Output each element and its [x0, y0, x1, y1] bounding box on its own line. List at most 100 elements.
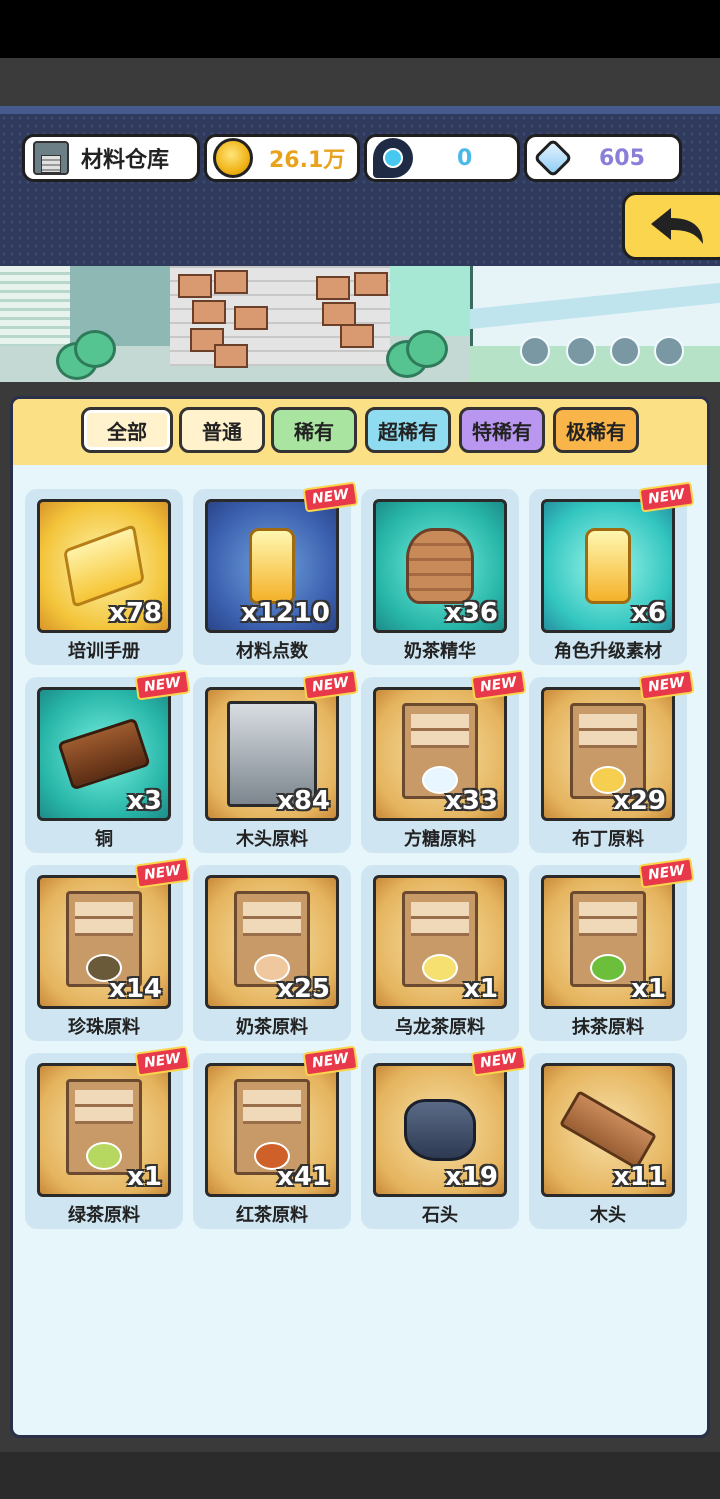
- new-badge: NEW: [470, 669, 527, 701]
- item-frame: x1: [541, 875, 675, 1009]
- item-count: x19: [445, 1162, 498, 1192]
- new-badge: NEW: [134, 669, 191, 701]
- new-badge: NEW: [134, 857, 191, 889]
- tab-super-rare[interactable]: 超稀有: [365, 407, 451, 453]
- new-badge: NEW: [134, 1045, 191, 1077]
- item-frame: x11: [541, 1063, 675, 1197]
- new-badge: NEW: [302, 481, 359, 513]
- item-name: 珍珠原料: [68, 1017, 140, 1038]
- new-badge: NEW: [302, 1045, 359, 1077]
- item-count: x3: [127, 786, 162, 816]
- tab-all[interactable]: 全部: [81, 407, 173, 453]
- tab-common[interactable]: 普通: [179, 407, 265, 453]
- inventory-item[interactable]: x25 奶茶原料: [193, 865, 351, 1041]
- item-count: x6: [631, 598, 666, 628]
- item-count: x36: [445, 598, 498, 628]
- item-count: x29: [613, 786, 666, 816]
- new-badge: NEW: [470, 1045, 527, 1077]
- item-count: x11: [613, 1162, 666, 1192]
- item-count: x1: [127, 1162, 162, 1192]
- item-name: 方糖原料: [404, 829, 476, 850]
- item-frame: x78: [37, 499, 171, 633]
- item-name: 石头: [422, 1205, 458, 1226]
- item-frame: x33: [373, 687, 507, 821]
- inventory-item[interactable]: x84 NEW 木头原料: [193, 669, 359, 853]
- inventory-item[interactable]: x6 NEW 角色升级素材: [529, 481, 695, 665]
- tab-rare[interactable]: 稀有: [271, 407, 357, 453]
- page-title: 材料仓库: [81, 148, 170, 173]
- inventory-item[interactable]: x3 NEW 铜: [25, 669, 191, 853]
- back-arrow-icon: [651, 208, 703, 244]
- potion-value: 0: [457, 145, 473, 171]
- inventory-item[interactable]: x1 NEW 绿茶原料: [25, 1045, 191, 1229]
- item-count: x78: [109, 598, 162, 628]
- inventory-item[interactable]: x1 乌龙茶原料: [361, 865, 519, 1041]
- inventory-item[interactable]: x78 培训手册: [25, 489, 183, 665]
- item-name: 木头原料: [236, 829, 308, 850]
- inventory-item[interactable]: x29 NEW 布丁原料: [529, 669, 695, 853]
- item-frame: x6: [541, 499, 675, 633]
- potion-counter[interactable]: 0: [364, 134, 520, 182]
- item-name: 角色升级素材: [554, 641, 662, 662]
- header: 材料仓库 26.1万 0 605: [0, 106, 720, 266]
- inventory-item[interactable]: x33 NEW 方糖原料: [361, 669, 527, 853]
- item-count: x1210: [240, 598, 330, 628]
- item-name: 木头: [590, 1205, 626, 1226]
- new-badge: NEW: [638, 669, 695, 701]
- item-count: x25: [277, 974, 330, 1004]
- warehouse-scene: [0, 266, 720, 382]
- gold-value: 26.1万: [269, 148, 346, 173]
- item-frame: x25: [205, 875, 339, 1009]
- inventory-item[interactable]: x19 NEW 石头: [361, 1045, 527, 1229]
- item-name: 奶茶原料: [236, 1017, 308, 1038]
- gem-value: 605: [599, 145, 645, 171]
- coin-icon: [213, 138, 253, 178]
- item-frame: x19: [373, 1063, 507, 1197]
- inventory-item[interactable]: x36 奶茶精华: [361, 489, 519, 665]
- item-frame: x14: [37, 875, 171, 1009]
- warehouse-title-chip: 材料仓库: [22, 134, 200, 182]
- item-name: 培训手册: [68, 641, 140, 662]
- inventory-panel: 全部 普通 稀有 超稀有 特稀有 极稀有 x78 培训手册 x1210 NEW 材料点数…: [10, 396, 710, 1438]
- back-button[interactable]: [622, 192, 720, 260]
- potion-icon: [373, 138, 413, 178]
- tab-special-rare[interactable]: 特稀有: [459, 407, 545, 453]
- item-count: x33: [445, 786, 498, 816]
- new-badge: NEW: [638, 481, 695, 513]
- gem-icon: [533, 138, 573, 178]
- item-count: x41: [277, 1162, 330, 1192]
- item-count: x1: [463, 974, 498, 1004]
- top-strip: [0, 58, 720, 106]
- item-frame: x36: [373, 499, 507, 633]
- new-badge: NEW: [302, 669, 359, 701]
- item-count: x14: [109, 974, 162, 1004]
- inventory-item[interactable]: x14 NEW 珍珠原料: [25, 857, 191, 1041]
- warehouse-icon: [33, 141, 69, 175]
- inventory-item[interactable]: x1 NEW 抹茶原料: [529, 857, 695, 1041]
- item-name: 材料点数: [236, 641, 308, 662]
- status-bar: [0, 0, 720, 58]
- item-name: 乌龙茶原料: [395, 1017, 485, 1038]
- item-name: 绿茶原料: [68, 1205, 140, 1226]
- gem-counter[interactable]: 605: [524, 134, 682, 182]
- item-frame: x84: [205, 687, 339, 821]
- gold-counter[interactable]: 26.1万: [204, 134, 360, 182]
- item-count: x84: [277, 786, 330, 816]
- item-frame: x1: [37, 1063, 171, 1197]
- rarity-tabs: 全部 普通 稀有 超稀有 特稀有 极稀有: [13, 399, 707, 465]
- inventory-item[interactable]: x41 NEW 红茶原料: [193, 1045, 359, 1229]
- bottom-bar: [0, 1452, 720, 1499]
- item-frame: x1210: [205, 499, 339, 633]
- tab-ultra-rare[interactable]: 极稀有: [553, 407, 639, 453]
- item-name: 红茶原料: [236, 1205, 308, 1226]
- item-frame: x1: [373, 875, 507, 1009]
- item-frame: x41: [205, 1063, 339, 1197]
- item-frame: x3: [37, 687, 171, 821]
- item-count: x1: [631, 974, 666, 1004]
- inventory-item[interactable]: x1210 NEW 材料点数: [193, 481, 359, 665]
- new-badge: NEW: [638, 857, 695, 889]
- item-name: 抹茶原料: [572, 1017, 644, 1038]
- inventory-item[interactable]: x11 木头: [529, 1053, 687, 1229]
- item-frame: x29: [541, 687, 675, 821]
- item-name: 奶茶精华: [404, 641, 476, 662]
